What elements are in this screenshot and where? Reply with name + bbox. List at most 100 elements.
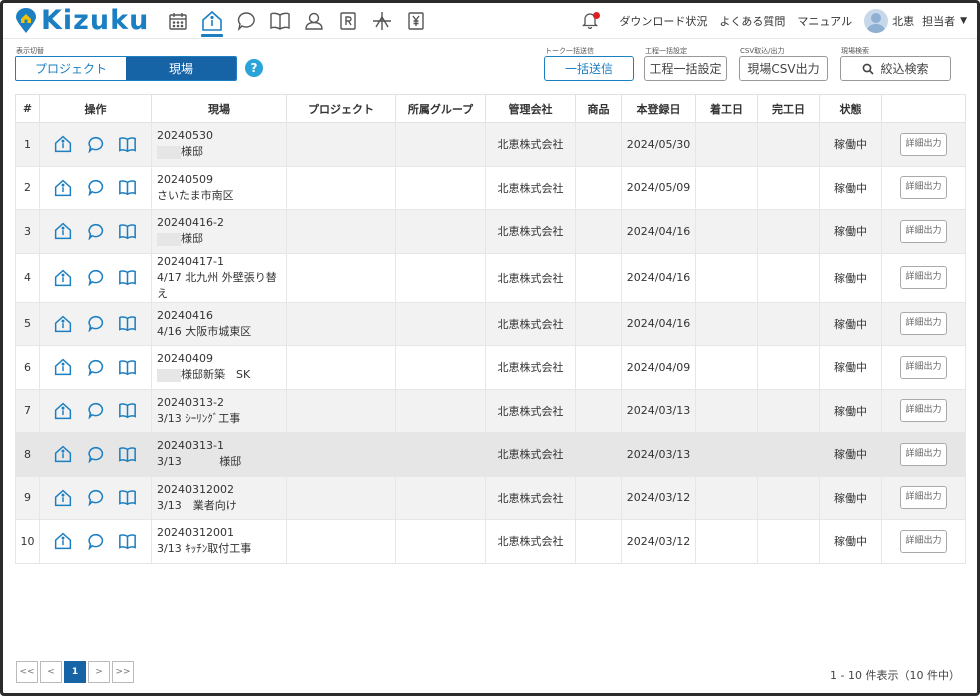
col-registered[interactable]: 本登録日 — [621, 94, 696, 123]
page-next-button[interactable]: > — [88, 661, 110, 683]
page-prev-button[interactable]: < — [40, 661, 62, 683]
table-row[interactable]: 8 20240313-1 3/13 様邸 北恵株式会社 2024/03/13 稼働中 詳細出… — [15, 432, 966, 477]
site-cell[interactable]: 20240416-2 様邸 — [151, 209, 287, 254]
chat-bubble-icon — [238, 11, 256, 31]
site-info-icon[interactable] — [54, 222, 72, 240]
talk-icon[interactable] — [87, 315, 104, 333]
table-row[interactable]: 6 20240409 様邸新築 SK 北恵株式会社 2024/04/09 稼働中 詳細出力 — [15, 345, 966, 390]
manual-book-icon[interactable] — [118, 136, 137, 153]
csv-export-button[interactable]: 現場CSV出力 — [739, 56, 828, 81]
site-info-icon[interactable] — [54, 489, 72, 507]
col-group[interactable]: 所属グループ — [395, 94, 486, 123]
col-end[interactable]: 完工日 — [757, 94, 820, 123]
site-cell[interactable]: 20240509 さいたま市南区 — [151, 165, 287, 210]
talk-icon[interactable] — [87, 446, 104, 463]
table-row[interactable]: 5 20240416 4/16 大阪市城東区 北恵株式会社 2024/04/16 稼働中詳… — [15, 301, 966, 346]
link-download-status[interactable]: ダウンロード状況 — [619, 13, 707, 29]
table-row[interactable]: 10 20240312001 3/13 ｷｯﾁﾝ取付工事 北恵株式会社 2024/03/… — [15, 519, 966, 564]
site-cell[interactable]: 20240417-1 4/17 北九州 外壁張り替え — [151, 252, 287, 303]
site-cell[interactable]: 20240312002 3/13 業者向け — [151, 475, 287, 520]
row-actions — [39, 165, 152, 210]
manual-book-icon[interactable] — [118, 223, 137, 240]
site-info-icon[interactable] — [54, 358, 72, 376]
manual-book-icon[interactable] — [118, 359, 137, 376]
col-start[interactable]: 着工日 — [695, 94, 758, 123]
bulk-send-button[interactable]: 一括送信 — [544, 56, 634, 81]
site-info-icon[interactable] — [54, 402, 72, 420]
table-row[interactable]: 9 20240312002 3/13 業者向け 北恵株式会社 2024/03/12 稼働中… — [15, 475, 966, 520]
col-product[interactable]: 商品 — [575, 94, 622, 123]
page-current-button[interactable]: 1 — [64, 661, 86, 683]
link-manual[interactable]: マニュアル — [797, 13, 852, 29]
manual-book-icon[interactable] — [118, 179, 137, 196]
talk-icon[interactable] — [87, 489, 104, 507]
site-info-icon[interactable] — [54, 179, 72, 197]
site-info-icon[interactable] — [54, 135, 72, 153]
manual-book-icon[interactable] — [118, 269, 137, 286]
site-info-icon[interactable] — [54, 269, 72, 287]
link-faq[interactable]: よくある質問 — [719, 13, 785, 29]
site-cell[interactable]: 20240313-2 3/13 ｼｰﾘﾝｸﾞ工事 — [151, 388, 287, 433]
process-bulk-button[interactable]: 工程一括設定 — [644, 56, 727, 81]
col-status[interactable]: 状態 — [819, 94, 882, 123]
talk-icon[interactable] — [87, 402, 104, 420]
detail-output-button[interactable]: 詳細出力 — [900, 219, 947, 243]
detail-output-button[interactable]: 詳細出力 — [900, 132, 947, 156]
detail-output-button[interactable]: 詳細出力 — [900, 529, 947, 553]
site-cell[interactable]: 20240409 様邸新築 SK — [151, 345, 287, 390]
talk-icon[interactable] — [87, 136, 104, 153]
user-menu[interactable]: 北恵 担当者 ▼ — [864, 8, 967, 33]
view-option-project[interactable]: プロジェクト — [16, 57, 126, 80]
table-row[interactable]: 2 20240509 さいたま市南区 北恵株式会社 2024/05/09 稼働中 詳細出力 — [15, 165, 966, 210]
site-cell[interactable]: 20240416 4/16 大阪市城東区 — [151, 301, 287, 346]
talk-icon[interactable] — [87, 533, 104, 550]
site-cell[interactable]: 20240313-1 3/13 様邸 — [151, 432, 287, 477]
table-row[interactable]: 4 20240417-1 4/17 北九州 外壁張り替え 北恵株式会社 2024/04/… — [15, 252, 966, 303]
nav-sites[interactable] — [197, 4, 227, 38]
detail-output-button[interactable]: 詳細出力 — [900, 312, 947, 336]
nav-calendar[interactable] — [163, 4, 193, 38]
table-row[interactable]: 7 20240313-2 3/13 ｼｰﾘﾝｸﾞ工事 北恵株式会社 2024/03/13… — [15, 388, 966, 433]
detail-output-button[interactable]: 詳細出力 — [900, 486, 947, 510]
table-row[interactable]: 1 20240530 様邸 北恵株式会社 2024/05/30 稼働中 詳細出力 — [15, 122, 966, 167]
manual-book-icon[interactable] — [118, 315, 137, 332]
start-date-cell — [695, 122, 758, 167]
manual-book-icon[interactable] — [118, 402, 137, 419]
redacted-text — [185, 455, 220, 469]
detail-output-button[interactable]: 詳細出力 — [900, 399, 947, 423]
notification-button[interactable] — [581, 11, 601, 31]
detail-output-button[interactable]: 詳細出力 — [900, 266, 947, 289]
page-last-button[interactable]: >> — [112, 661, 134, 683]
nav-drawing[interactable] — [367, 4, 397, 38]
view-option-site[interactable]: 現場 — [126, 57, 236, 80]
col-company[interactable]: 管理会社 — [485, 94, 576, 123]
manual-book-icon[interactable] — [118, 533, 137, 550]
site-cell[interactable]: 20240530 様邸 — [151, 122, 287, 167]
manual-book-icon[interactable] — [118, 489, 137, 506]
nav-report[interactable] — [333, 4, 363, 38]
nav-billing[interactable] — [401, 4, 431, 38]
talk-icon[interactable] — [87, 269, 104, 286]
help-icon[interactable]: ? — [245, 59, 263, 77]
nav-talk[interactable] — [231, 4, 261, 38]
talk-icon[interactable] — [87, 179, 104, 197]
site-info-icon[interactable] — [54, 315, 72, 333]
site-cell[interactable]: 20240312001 3/13 ｷｯﾁﾝ取付工事 — [151, 519, 287, 564]
site-info-icon[interactable] — [54, 445, 72, 463]
nav-manual[interactable] — [265, 4, 295, 38]
app-logo[interactable]: Kizuku — [15, 5, 149, 36]
nav-users[interactable] — [299, 4, 329, 38]
filter-search-button[interactable]: 絞込検索 — [840, 56, 951, 81]
talk-icon[interactable] — [87, 223, 104, 240]
detail-output-button[interactable]: 詳細出力 — [900, 176, 947, 200]
detail-output-button[interactable]: 詳細出力 — [900, 355, 947, 379]
talk-icon[interactable] — [87, 359, 104, 376]
col-project[interactable]: プロジェクト — [286, 94, 396, 123]
detail-output-button[interactable]: 詳細出力 — [900, 442, 947, 466]
manual-book-icon[interactable] — [118, 446, 137, 463]
table-row[interactable]: 3 20240416-2 様邸 北恵株式会社 2024/04/16 稼働中 詳細出力 — [15, 209, 966, 254]
col-site[interactable]: 現場 — [151, 94, 287, 123]
registered-date-cell: 2024/05/30 — [621, 122, 696, 167]
site-info-icon[interactable] — [54, 532, 72, 550]
page-first-button[interactable]: << — [16, 661, 38, 683]
